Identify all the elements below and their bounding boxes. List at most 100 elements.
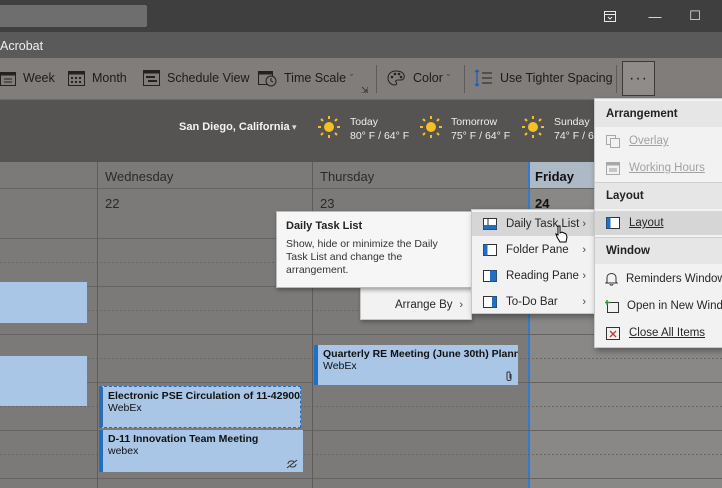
sun-icon — [522, 116, 544, 138]
day-header-wednesday[interactable]: Wednesday — [105, 169, 173, 184]
weather-temps: 80° F / 64° F — [350, 130, 410, 142]
weather-sunday[interactable]: Sunday 74° F / 65 — [554, 115, 600, 143]
ribbon-display-button[interactable] — [587, 0, 633, 32]
weather-day-label: Tomorrow — [451, 116, 498, 128]
schedule-view-label: Schedule View — [167, 71, 250, 85]
menu-item-layout[interactable]: Layout — [595, 211, 722, 235]
menu-item-working-hours[interactable]: Working Hours — [595, 156, 722, 180]
recurrence-icon — [286, 459, 298, 469]
weather-today[interactable]: Today 80° F / 64° F — [350, 115, 409, 143]
color-button[interactable]: Color ˇ — [387, 58, 450, 98]
menu-item-open-new-window[interactable]: Open in New Window — [595, 294, 722, 318]
reading-pane-icon — [483, 270, 497, 282]
mouse-cursor-icon — [555, 225, 568, 243]
more-commands-button[interactable]: ··· — [622, 61, 655, 96]
appointment-location: webex — [108, 445, 139, 457]
date-wednesday[interactable]: 22 — [105, 196, 119, 211]
chevron-right-icon: › — [582, 244, 586, 256]
column-divider — [97, 162, 98, 488]
tooltip-body: Show, hide or minimize the Daily Task Li… — [286, 238, 438, 276]
menu-item-daily-task-list[interactable]: Daily Task List › — [472, 212, 594, 236]
menu-item-to-do-bar[interactable]: To-Do Bar › — [472, 290, 594, 314]
menu-header-layout: Layout — [595, 183, 722, 209]
weather-day-label: Today — [350, 116, 379, 128]
menu-item-label: To-Do Bar — [506, 296, 558, 308]
menu-item-label: Working Hours — [629, 162, 705, 174]
tooltip-title: Daily Task List — [286, 220, 363, 232]
weather-temps: 74° F / 65 — [554, 130, 600, 142]
menu-header-arrangement: Arrangement — [595, 101, 722, 127]
weather-tomorrow[interactable]: Tomorrow 75° F / 64° F — [451, 115, 510, 143]
day-header-thursday[interactable]: Thursday — [320, 169, 374, 184]
week-button[interactable]: Week — [0, 58, 55, 98]
layout-submenu: Daily Task List › Folder Pane › Reading … — [471, 209, 595, 314]
folder-pane-icon — [483, 244, 497, 256]
menu-item-label: Reminders Window — [626, 273, 722, 285]
palette-icon — [387, 69, 405, 86]
appointment-title: Quarterly RE Meeting (June 30th) Planni — [323, 348, 518, 360]
menu-item-folder-pane[interactable]: Folder Pane › — [472, 238, 594, 262]
bell-icon — [605, 272, 618, 286]
time-scale-button[interactable]: Time Scale ˇ — [258, 58, 353, 98]
weather-temps: 75° F / 64° F — [451, 130, 511, 142]
date-thursday[interactable]: 23 — [320, 196, 334, 211]
ribbon-separator — [616, 65, 617, 93]
appointment-block[interactable] — [0, 356, 87, 406]
tab-row: Acrobat — [0, 32, 722, 58]
tighter-spacing-label: Use Tighter Spacing — [500, 71, 613, 85]
close-all-icon — [606, 326, 620, 340]
ribbon-separator — [464, 65, 465, 93]
title-bar: — ☐ — [0, 0, 722, 32]
ribbon-separator — [376, 65, 377, 93]
month-icon — [68, 71, 85, 86]
time-scale-icon — [258, 70, 277, 86]
menu-item-label: Open in New Window — [627, 300, 722, 312]
grid-line — [0, 478, 722, 479]
menu-item-reminders-window[interactable]: Reminders Window — [595, 267, 722, 291]
new-window-icon — [605, 299, 619, 313]
working-hours-icon — [606, 161, 620, 175]
overlay-icon — [606, 134, 620, 148]
sun-icon — [420, 116, 442, 138]
overflow-menu: Arrangement Overlay Working Hours Layout… — [594, 98, 722, 348]
menu-item-label: Arrange By — [395, 299, 453, 311]
appointment-d11-innovation[interactable]: D-11 Innovation Team Meeting webex — [99, 430, 303, 472]
appointment-block[interactable] — [0, 282, 87, 323]
menu-item-close-all-items[interactable]: Close All Items — [595, 321, 722, 345]
menu-item-label: Layout — [629, 217, 664, 229]
chevron-right-icon: › — [459, 299, 463, 311]
appointment-location: WebEx — [323, 360, 357, 372]
appointment-quarterly-re[interactable]: Quarterly RE Meeting (June 30th) Planni … — [314, 345, 518, 385]
menu-item-overlay[interactable]: Overlay — [595, 129, 722, 153]
layout-icon — [606, 217, 620, 229]
appointment-location: WebEx — [108, 402, 142, 414]
time-scale-label: Time Scale — [284, 71, 347, 85]
month-button[interactable]: Month — [68, 58, 127, 98]
line-spacing-icon — [474, 69, 492, 87]
paperclip-icon — [506, 371, 512, 381]
chevron-right-icon: › — [582, 296, 586, 308]
color-label: Color — [413, 71, 443, 85]
dialog-launcher-icon[interactable]: ⇲ — [361, 85, 369, 96]
chevron-down-icon[interactable]: ▾ — [292, 122, 297, 133]
tooltip: Daily Task List Show, hide or minimize t… — [276, 211, 472, 288]
appointment-electronic-pse[interactable]: Electronic PSE Circulation of 11-429001 … — [99, 386, 301, 428]
maximize-button[interactable]: ☐ — [672, 0, 718, 32]
month-label: Month — [92, 71, 127, 85]
menu-item-label: Reading Pane — [506, 270, 579, 282]
chevron-right-icon: › — [582, 270, 586, 282]
menu-item-reading-pane[interactable]: Reading Pane › — [472, 264, 594, 288]
ribbon-display-icon — [604, 10, 616, 22]
tab-acrobat[interactable]: Acrobat — [0, 39, 43, 53]
chevron-down-icon: ˇ — [350, 73, 354, 83]
schedule-view-button[interactable]: Schedule View — [143, 58, 249, 98]
appointment-title: Electronic PSE Circulation of 11-429001 — [108, 390, 301, 402]
weather-location[interactable]: San Diego, California — [179, 121, 290, 133]
chevron-right-icon: › — [582, 218, 586, 230]
weather-day-label: Sunday — [554, 116, 590, 128]
search-box[interactable] — [0, 5, 147, 27]
to-do-bar-icon — [483, 296, 497, 308]
menu-item-arrange-by[interactable]: Arrange By › — [361, 293, 471, 317]
tighter-spacing-button[interactable]: Use Tighter Spacing — [474, 58, 613, 98]
day-header-friday[interactable]: Friday — [535, 169, 574, 184]
